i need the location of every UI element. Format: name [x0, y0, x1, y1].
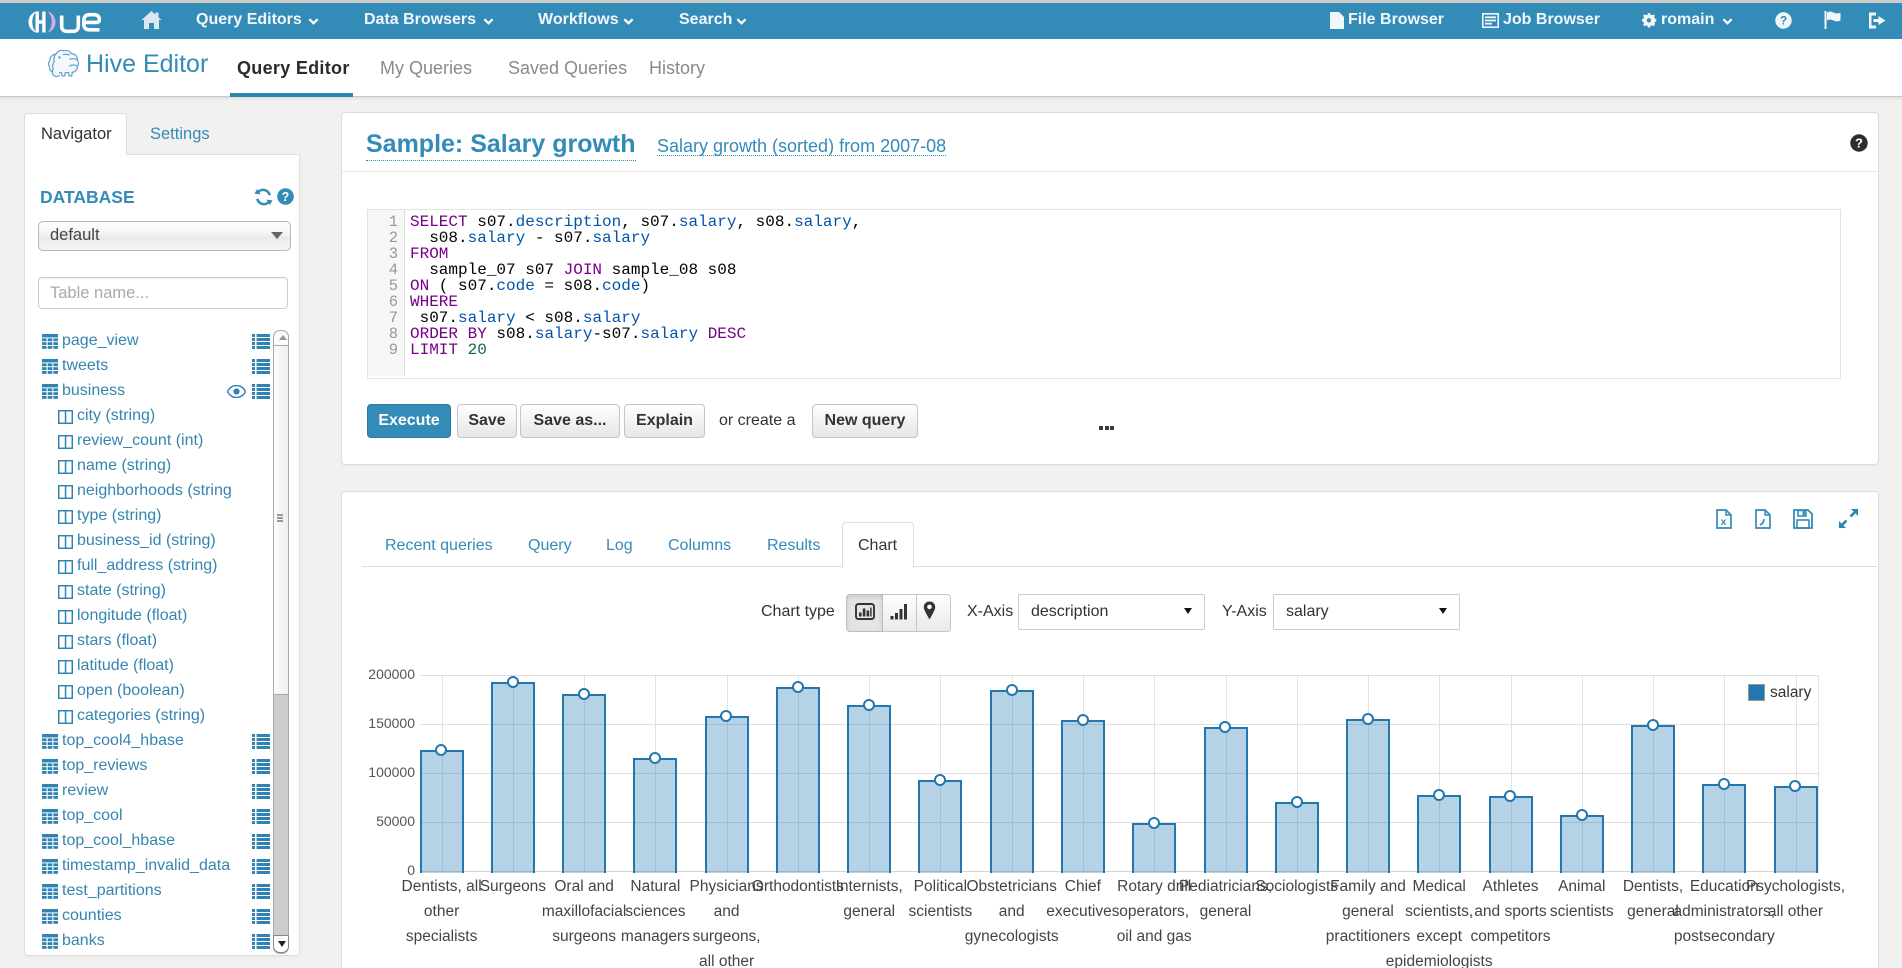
- svg-text:?: ?: [282, 190, 290, 204]
- svg-text:?: ?: [1780, 14, 1787, 28]
- svg-text:?: ?: [1855, 136, 1863, 151]
- svg-text:x: x: [1721, 517, 1727, 528]
